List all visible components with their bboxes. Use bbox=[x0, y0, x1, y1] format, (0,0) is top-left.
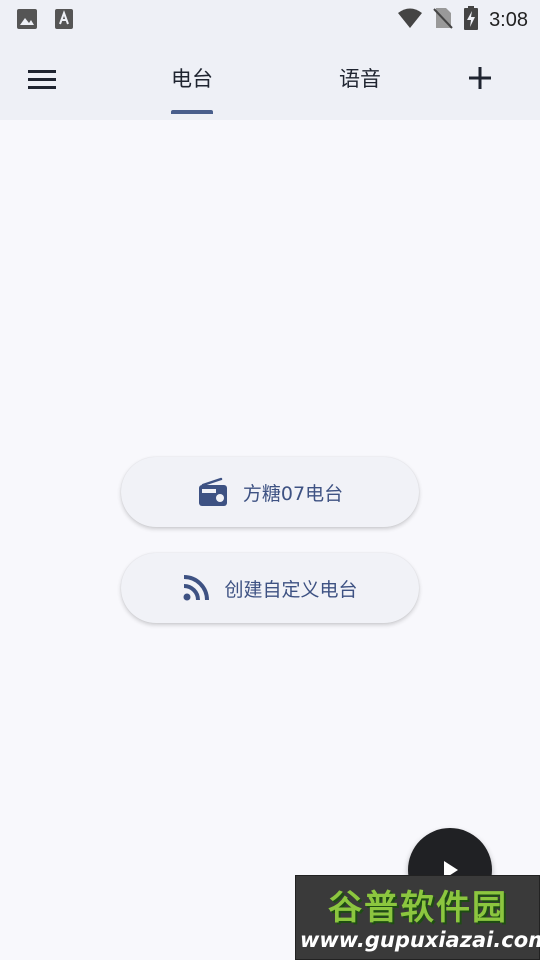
add-button[interactable] bbox=[460, 58, 500, 98]
watermark-title: 谷普软件园 bbox=[328, 888, 508, 928]
menu-icon bbox=[28, 70, 56, 89]
watermark-url: www.gupuxiazai.com bbox=[300, 928, 540, 952]
status-time: 3:08 bbox=[489, 8, 528, 31]
radio-icon bbox=[198, 477, 227, 506]
no-sim-icon bbox=[433, 6, 453, 34]
app-screen: 3:08 电台 语音 方糖07电台 创建自定义电台 谷普软件园 www.gupu… bbox=[0, 0, 540, 960]
watermark: 谷普软件园 www.gupuxiazai.com bbox=[295, 875, 540, 960]
battery-charging-icon bbox=[463, 6, 479, 34]
tab-indicator bbox=[171, 110, 213, 114]
tab-radio-label: 电台 bbox=[171, 67, 213, 91]
create-custom-radio-label: 创建自定义电台 bbox=[224, 578, 358, 601]
image-icon bbox=[16, 8, 38, 34]
create-custom-radio-button[interactable]: 创建自定义电台 bbox=[121, 553, 419, 623]
text-a-icon bbox=[54, 8, 74, 34]
fangtang-radio-button[interactable]: 方糖07电台 bbox=[121, 457, 419, 527]
app-bar: 电台 语音 bbox=[0, 36, 540, 120]
plus-icon bbox=[469, 67, 491, 89]
tab-voice-label: 语音 bbox=[339, 67, 381, 91]
rss-icon bbox=[183, 575, 210, 601]
menu-button[interactable] bbox=[22, 60, 62, 100]
fangtang-radio-label: 方糖07电台 bbox=[242, 482, 344, 505]
tab-radio[interactable]: 电台 bbox=[152, 36, 232, 120]
tab-voice[interactable]: 语音 bbox=[320, 36, 400, 120]
status-bar: 3:08 bbox=[0, 0, 540, 36]
wifi-icon bbox=[397, 7, 423, 33]
